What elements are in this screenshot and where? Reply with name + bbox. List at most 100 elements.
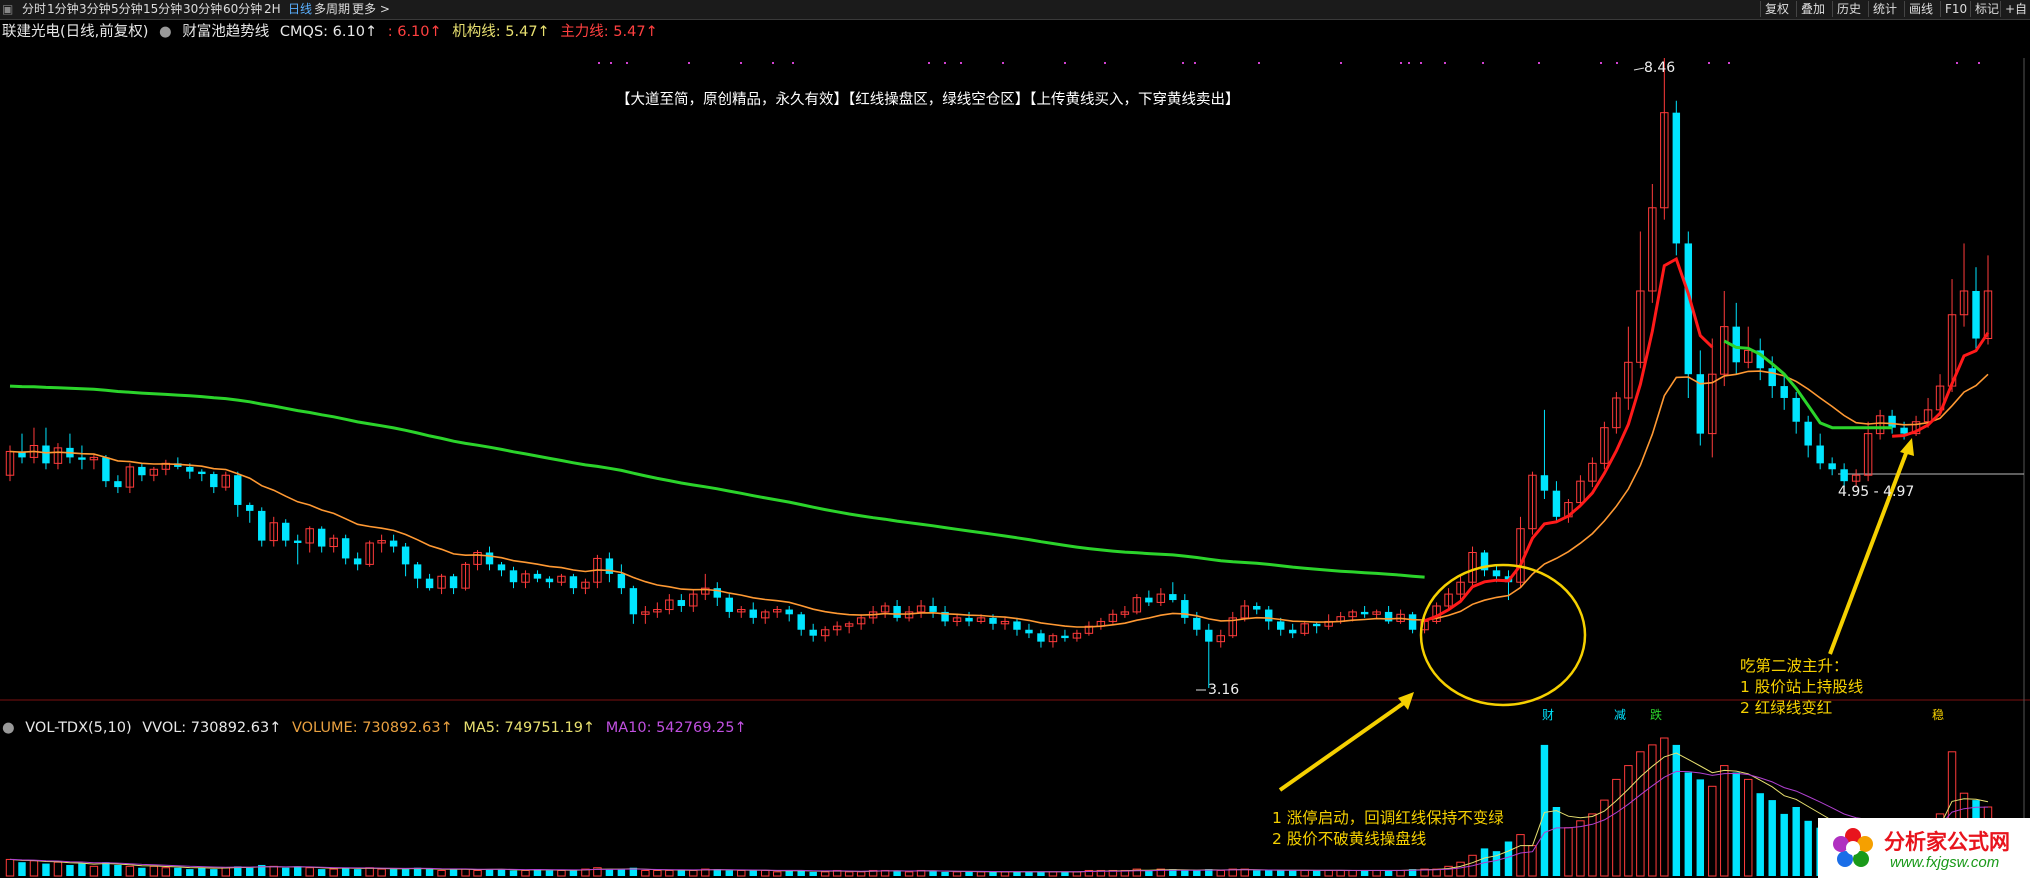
menu-icon[interactable]: ▣ — [2, 2, 13, 17]
volume-bar-down — [210, 869, 218, 876]
volume-bar-down — [749, 870, 757, 876]
marker-dot — [1616, 62, 1618, 64]
kline-chart[interactable] — [0, 38, 2030, 878]
candle-down — [317, 528, 326, 547]
candle-down — [1768, 368, 1776, 387]
volume-bar-down — [1013, 871, 1021, 876]
period-tab-daily[interactable]: 日线 — [288, 2, 312, 17]
candle-down — [1828, 463, 1836, 470]
event-marker-jian[interactable]: 减 — [1614, 706, 1626, 723]
volume-bar-down — [1276, 870, 1285, 876]
candle-down — [569, 576, 578, 589]
volume-bar-down — [1312, 870, 1321, 876]
candle-down — [42, 445, 50, 464]
volume-bar-up — [221, 867, 230, 877]
volume-bar-up — [5, 858, 15, 877]
annotation-second-wave-line0: 吃第二波主升： — [1740, 657, 1849, 675]
volume-bar-up — [773, 871, 782, 877]
overlay-button[interactable]: 叠加 — [1796, 1, 1829, 17]
add-self-button[interactable]: +自 — [2000, 1, 2030, 17]
candle-down — [629, 588, 638, 615]
candle-down — [533, 573, 542, 579]
watermark-logo: 分析家公式网 www.fxjgsw.com — [1818, 818, 2030, 878]
period-tab-3min[interactable]: 3分钟 — [79, 2, 111, 17]
event-marker-cai[interactable]: 财 — [1542, 706, 1554, 723]
volume-bar-up — [1456, 861, 1465, 877]
volume-bar-down — [282, 867, 290, 876]
volume-bar-down — [102, 862, 110, 876]
history-button[interactable]: 历史 — [1832, 1, 1865, 17]
volume-bar-down — [1504, 841, 1513, 876]
period-tab-2h[interactable]: 2H — [264, 2, 281, 17]
marker-dot — [610, 62, 612, 64]
volume-bar-down — [509, 870, 518, 876]
candle-down — [1684, 243, 1693, 375]
volume-bar-up — [976, 871, 986, 877]
volume-bar-down — [186, 869, 194, 876]
mark-button[interactable]: 标记 — [1970, 1, 2003, 17]
event-marker-die[interactable]: 跌 — [1650, 706, 1662, 723]
event-marker-wen[interactable]: 稳 — [1932, 706, 1944, 723]
fuquan-button[interactable]: 复权 — [1760, 1, 1793, 17]
indicator-header: 联建光电(日线,前复权) ● 财富池趋势线 CMQS: 6.10↑ : 6.10… — [2, 20, 664, 40]
candle-down — [1840, 469, 1848, 482]
volume-bar-down — [1181, 870, 1189, 876]
marker-dot — [626, 62, 628, 64]
candle-down — [1672, 112, 1681, 244]
period-tab-30min[interactable]: 30分钟 — [183, 2, 222, 17]
volume-bar-up — [1336, 869, 1345, 877]
f10-button[interactable]: F10 — [1940, 1, 1971, 17]
stats-button[interactable]: 统计 — [1868, 1, 1901, 17]
volume-bar-up — [1564, 827, 1573, 877]
volume-bar-down — [569, 870, 578, 876]
arrow-2-head — [1900, 438, 1914, 456]
candle-down — [389, 540, 398, 547]
volume-bar-up — [1372, 869, 1381, 877]
candle-down — [1816, 445, 1824, 464]
candle-down — [1265, 609, 1273, 622]
candle-down — [449, 576, 458, 589]
volume-bar-up — [1612, 778, 1621, 877]
marker-dot — [1538, 62, 1540, 64]
period-tab-multi[interactable]: 多周期 — [314, 2, 350, 17]
volume-bar-down — [497, 869, 506, 876]
volume-bar-up — [269, 865, 278, 877]
volume-bar-down — [198, 867, 206, 876]
annotation-second-wave: 吃第二波主升： 1 股价站上持股线 2 红绿线变红 — [1740, 656, 1863, 719]
volume-bar-down — [401, 869, 410, 876]
period-tab-1min[interactable]: 1分钟 — [47, 2, 79, 17]
volume-indicator-name[interactable]: VOL-TDX(5,10) — [25, 720, 131, 736]
volume-bar-down — [941, 871, 949, 876]
volume-bar-up — [952, 871, 962, 877]
volume-bar-up — [1636, 751, 1645, 877]
high-pointer — [1633, 67, 1645, 71]
volume-bar-down — [1037, 871, 1045, 876]
candle-down — [1193, 617, 1201, 630]
candle-down — [282, 522, 290, 541]
marker-dot — [792, 62, 794, 64]
volume-bar-down — [1684, 772, 1693, 876]
marker-dot — [1194, 62, 1196, 64]
annotation-second-wave-line1: 1 股价站上持股线 — [1740, 678, 1864, 696]
volume-bar-up — [125, 865, 135, 877]
volume-bar-down — [246, 867, 254, 876]
volume-bar-down — [1792, 807, 1800, 876]
volume-settings-icon[interactable]: ● — [2, 720, 15, 736]
volume-bar-up — [149, 865, 159, 877]
candle-down — [341, 538, 350, 559]
period-tab-more[interactable]: 更多 > — [352, 2, 390, 17]
volume-bar-up — [689, 869, 698, 877]
volume-bar-up — [365, 867, 374, 877]
draw-line-button[interactable]: 画线 — [1904, 1, 1937, 17]
range-label: 4.95 - 4.97 — [1838, 484, 1915, 500]
volume-bar-up — [1720, 765, 1729, 877]
volume-bar-down — [785, 870, 793, 876]
volume-bar-down — [1061, 871, 1069, 876]
volume-bar-down — [617, 869, 626, 876]
period-tab-fenshi[interactable]: 分时 — [22, 2, 46, 17]
volume-bar-up — [1576, 820, 1585, 877]
period-tab-5min[interactable]: 5分钟 — [111, 2, 143, 17]
period-tab-60min[interactable]: 60分钟 — [223, 2, 262, 17]
period-tab-15min[interactable]: 15分钟 — [143, 2, 182, 17]
candle-down — [809, 629, 817, 636]
